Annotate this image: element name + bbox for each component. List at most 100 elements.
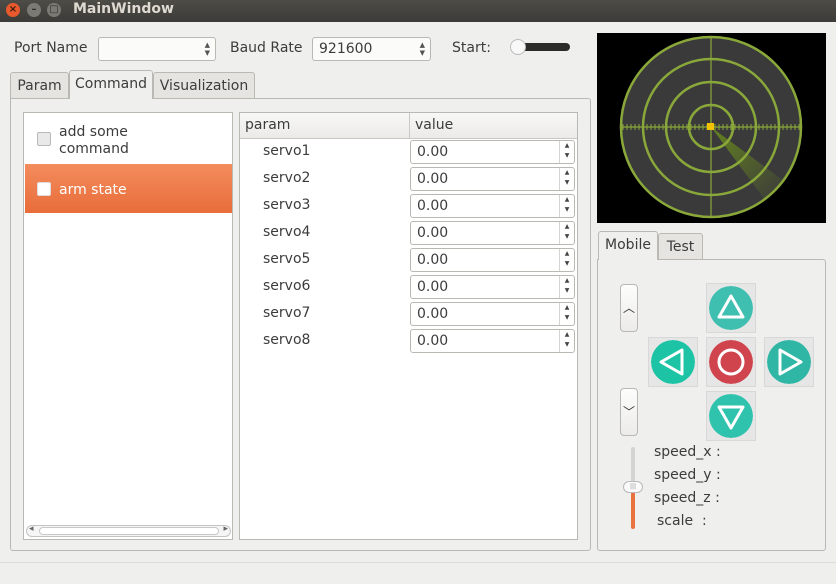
circle-stop-icon: [709, 340, 753, 384]
toggle-knob[interactable]: [510, 39, 526, 55]
maximize-window-button[interactable]: □: [47, 3, 61, 17]
column-header-value[interactable]: value: [415, 117, 453, 133]
spinbox-arrows-icon[interactable]: ▲ ▼: [559, 276, 574, 298]
slider-handle[interactable]: |||: [623, 481, 643, 493]
triangle-right-icon: [767, 340, 811, 384]
value-spinbox[interactable]: 0.00 ▲ ▼: [410, 194, 575, 218]
tab-test[interactable]: Test: [658, 233, 703, 260]
chevron-up-icon: ︿: [622, 301, 635, 315]
speed-z-label: speed_z :: [654, 490, 720, 506]
backward-button[interactable]: [706, 391, 756, 441]
param-name-cell: servo8: [263, 332, 311, 348]
radar-display: [597, 33, 826, 223]
tab-command[interactable]: Command: [69, 70, 153, 99]
value-spinbox-text[interactable]: 0.00: [417, 144, 448, 160]
column-divider: [409, 113, 410, 139]
port-name-label: Port Name: [14, 40, 88, 56]
param-name-cell: servo6: [263, 278, 311, 294]
value-spinbox[interactable]: 0.00 ▲ ▼: [410, 302, 575, 326]
command-item-label: add some command: [59, 124, 129, 157]
speed-up-button[interactable]: ︿: [620, 284, 638, 332]
value-spinbox[interactable]: 0.00 ▲ ▼: [410, 329, 575, 353]
table-header: param value: [240, 113, 577, 139]
stop-button[interactable]: [706, 337, 756, 387]
spinbox-arrows-icon[interactable]: ▲ ▼: [559, 222, 574, 244]
speed-slider[interactable]: |||: [623, 447, 643, 529]
param-name-cell: servo3: [263, 197, 311, 213]
param-name-cell: servo5: [263, 251, 311, 267]
command-item-add-some-command[interactable]: add some command: [25, 114, 232, 162]
triangle-down-icon: [709, 394, 753, 438]
chevron-down-icon: ﹀: [622, 405, 635, 419]
table-row: servo8 0.00 ▲ ▼: [240, 328, 577, 355]
param-name-cell: servo7: [263, 305, 311, 321]
combo-arrows-icon: ▲ ▼: [419, 41, 425, 57]
column-header-param[interactable]: param: [245, 117, 290, 133]
baud-rate-combo[interactable]: 921600 ▲ ▼: [312, 37, 431, 61]
value-spinbox-text[interactable]: 0.00: [417, 279, 448, 295]
table-row: servo2 0.00 ▲ ▼: [240, 166, 577, 193]
start-label: Start:: [452, 40, 491, 56]
port-name-combo[interactable]: ▲ ▼: [98, 37, 216, 61]
close-window-button[interactable]: ×: [6, 3, 20, 17]
param-name-cell: servo1: [263, 143, 311, 159]
table-row: servo3 0.00 ▲ ▼: [240, 193, 577, 220]
scroll-left-icon[interactable]: ◂: [29, 524, 34, 534]
speed-x-label: speed_x :: [654, 444, 721, 460]
slider-fill: [631, 487, 635, 529]
table-row: servo5 0.00 ▲ ▼: [240, 247, 577, 274]
scroll-right-icon[interactable]: ▸: [223, 524, 228, 534]
baud-rate-value: 921600: [319, 41, 373, 57]
command-checkbox[interactable]: [37, 182, 51, 196]
value-spinbox-text[interactable]: 0.00: [417, 225, 448, 241]
spinbox-arrows-icon[interactable]: ▲ ▼: [559, 303, 574, 325]
speed-down-button[interactable]: ﹀: [620, 388, 638, 436]
scale-label: scale :: [657, 513, 707, 529]
param-table: param value servo1 0.00 ▲ ▼ servo2 0.00 ▲ ▼ serv…: [239, 112, 578, 540]
command-item-arm-state[interactable]: arm state: [25, 164, 232, 213]
value-spinbox[interactable]: 0.00 ▲ ▼: [410, 167, 575, 191]
status-bar: [0, 562, 836, 584]
value-spinbox[interactable]: 0.00 ▲ ▼: [410, 140, 575, 164]
param-name-cell: servo2: [263, 170, 311, 186]
scrollbar-thumb[interactable]: [39, 527, 219, 535]
spinbox-arrows-icon[interactable]: ▲ ▼: [559, 330, 574, 352]
spinbox-arrows-icon[interactable]: ▲ ▼: [559, 168, 574, 190]
horizontal-scrollbar[interactable]: ◂ ▸: [26, 524, 231, 537]
start-toggle[interactable]: [510, 39, 570, 55]
title-bar: × – □ MainWindow: [0, 0, 836, 22]
value-spinbox[interactable]: 0.00 ▲ ▼: [410, 275, 575, 299]
combo-arrows-icon: ▲ ▼: [204, 41, 210, 57]
param-name-cell: servo4: [263, 224, 311, 240]
table-row: servo6 0.00 ▲ ▼: [240, 274, 577, 301]
table-row: servo4 0.00 ▲ ▼: [240, 220, 577, 247]
radar-target-marker: [707, 123, 714, 130]
command-list[interactable]: add some command arm state ◂ ▸: [23, 112, 233, 540]
baud-rate-label: Baud Rate: [230, 40, 303, 56]
value-spinbox-text[interactable]: 0.00: [417, 252, 448, 268]
triangle-up-icon: [709, 286, 753, 330]
triangle-left-icon: [651, 340, 695, 384]
minimize-window-button[interactable]: –: [27, 3, 41, 17]
value-spinbox-text[interactable]: 0.00: [417, 306, 448, 322]
window-title: MainWindow: [73, 1, 174, 17]
tab-param[interactable]: Param: [10, 72, 69, 99]
tab-mobile[interactable]: Mobile: [598, 231, 658, 260]
speed-y-label: speed_y :: [654, 467, 721, 483]
spinbox-arrows-icon[interactable]: ▲ ▼: [559, 195, 574, 217]
command-checkbox[interactable]: [37, 132, 51, 146]
table-row: servo7 0.00 ▲ ▼: [240, 301, 577, 328]
value-spinbox-text[interactable]: 0.00: [417, 198, 448, 214]
left-button[interactable]: [648, 337, 698, 387]
spinbox-arrows-icon[interactable]: ▲ ▼: [559, 249, 574, 271]
forward-button[interactable]: [706, 283, 756, 333]
command-item-label: arm state: [59, 182, 127, 198]
value-spinbox-text[interactable]: 0.00: [417, 171, 448, 187]
value-spinbox[interactable]: 0.00 ▲ ▼: [410, 248, 575, 272]
table-row: servo1 0.00 ▲ ▼: [240, 139, 577, 166]
value-spinbox-text[interactable]: 0.00: [417, 333, 448, 349]
tab-visualization[interactable]: Visualization: [153, 72, 255, 99]
spinbox-arrows-icon[interactable]: ▲ ▼: [559, 141, 574, 163]
right-button[interactable]: [764, 337, 814, 387]
value-spinbox[interactable]: 0.00 ▲ ▼: [410, 221, 575, 245]
